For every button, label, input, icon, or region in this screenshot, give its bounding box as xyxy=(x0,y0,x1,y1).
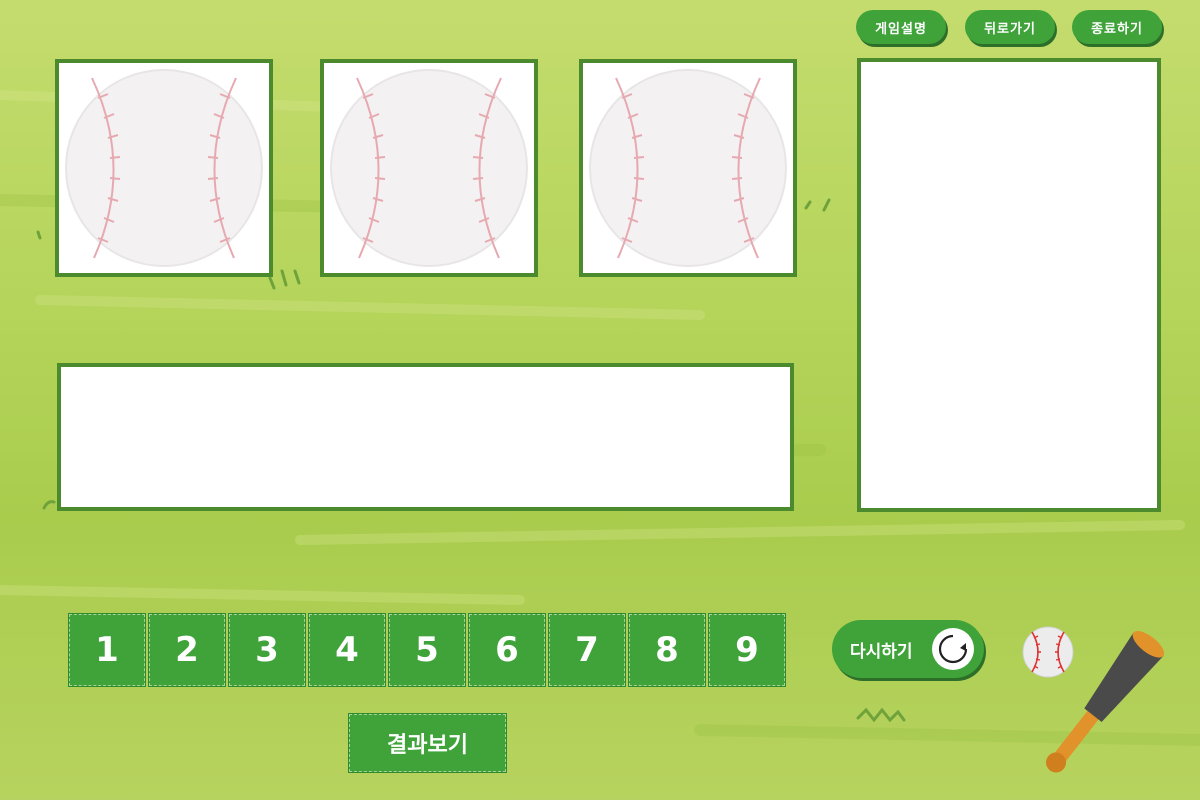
number-key-5[interactable]: 5 xyxy=(388,613,466,687)
ball-slot-2[interactable] xyxy=(320,59,538,277)
view-result-button[interactable]: 결과보기 xyxy=(348,713,507,773)
view-result-label: 결과보기 xyxy=(387,733,468,758)
exit-label: 종료하기 xyxy=(1091,21,1143,37)
baseball-icon xyxy=(330,69,528,267)
number-key-7[interactable]: 7 xyxy=(548,613,626,687)
retry-button[interactable]: 다시하기 xyxy=(832,620,984,678)
number-key-4[interactable]: 4 xyxy=(308,613,386,687)
baseball-icon xyxy=(65,69,263,267)
ball-slot-1[interactable] xyxy=(55,59,273,277)
game-stage: 게임설명 뒤로가기 종료하기 1 2 3 4 5 6 7 8 9 다시하기 결과… xyxy=(0,0,1200,800)
game-instructions-label: 게임설명 xyxy=(875,21,927,37)
retry-label: 다시하기 xyxy=(850,641,913,662)
refresh-icon xyxy=(932,628,974,670)
back-label: 뒤로가기 xyxy=(984,21,1036,37)
baseball-bat-icon xyxy=(1046,630,1165,773)
number-key-9[interactable]: 9 xyxy=(708,613,786,687)
history-panel xyxy=(857,58,1161,512)
back-button[interactable]: 뒤로가기 xyxy=(965,10,1055,44)
exit-button[interactable]: 종료하기 xyxy=(1072,10,1162,44)
ball-slot-3[interactable] xyxy=(579,59,797,277)
number-key-8[interactable]: 8 xyxy=(628,613,706,687)
baseball-icon xyxy=(589,69,787,267)
guess-input-panel xyxy=(57,363,794,511)
number-key-6[interactable]: 6 xyxy=(468,613,546,687)
number-key-2[interactable]: 2 xyxy=(148,613,226,687)
game-instructions-button[interactable]: 게임설명 xyxy=(856,10,946,44)
number-key-3[interactable]: 3 xyxy=(228,613,306,687)
number-key-1[interactable]: 1 xyxy=(68,613,146,687)
number-keypad: 1 2 3 4 5 6 7 8 9 xyxy=(68,613,789,687)
